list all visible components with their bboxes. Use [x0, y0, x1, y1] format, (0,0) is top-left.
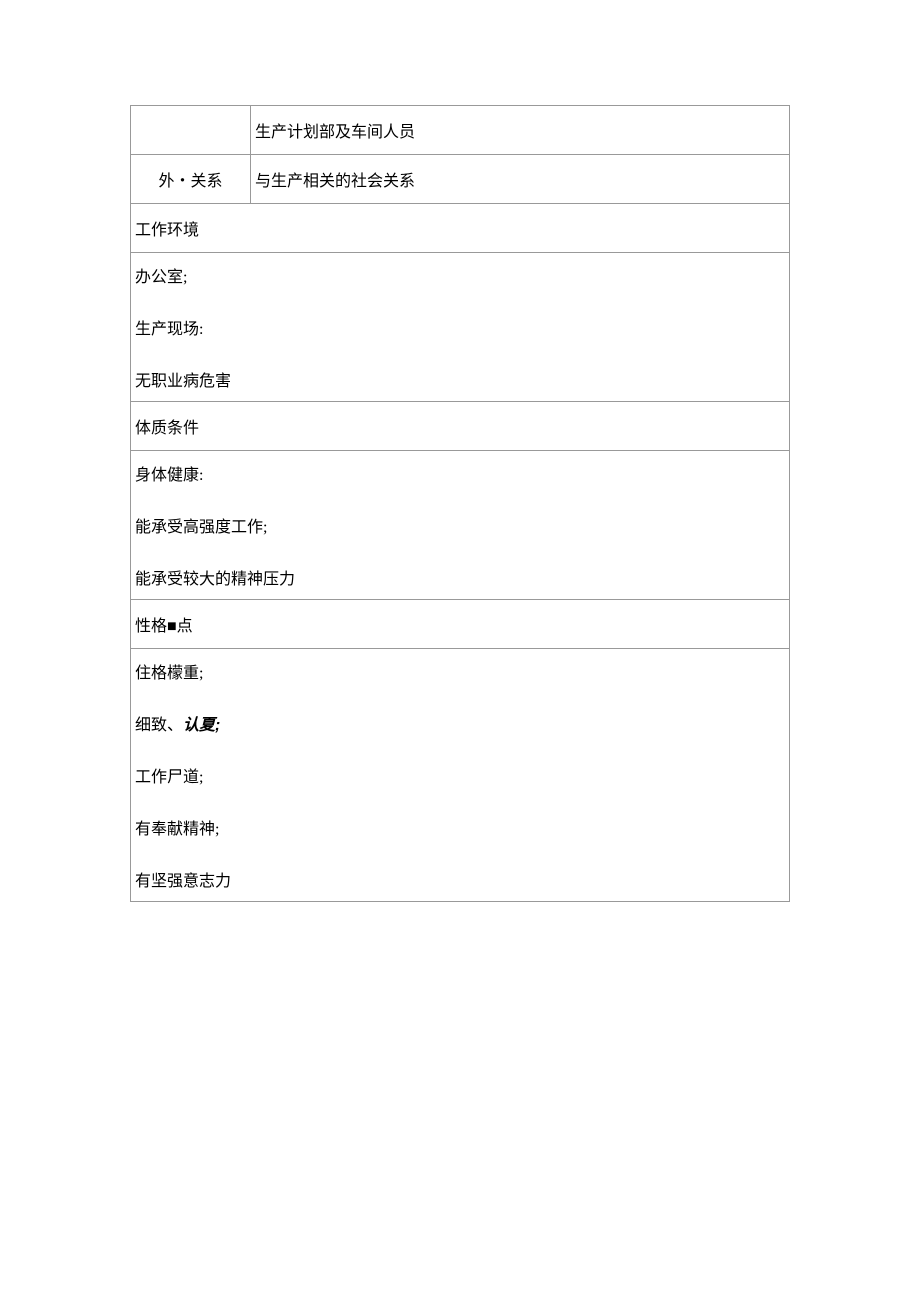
work-env-line-2: 生产现场:	[135, 315, 785, 339]
personality-line-1: 住格檬重;	[135, 659, 785, 683]
external-value-text: 与生产相关的社会关系	[255, 173, 415, 190]
personality-header-text: 性格■点	[135, 618, 193, 635]
external-label-text: 外・关系	[158, 167, 222, 191]
row-department: 生产计划部及车间人员	[131, 106, 789, 155]
personality-line-2b: 认夏;	[183, 717, 220, 734]
personality-line-2: 细致、认夏;	[135, 711, 785, 735]
personality-line-2a: 细致、	[135, 717, 183, 734]
personality-line-4: 有奉献精神;	[135, 815, 785, 839]
section-physical-condition-header: 体质条件	[131, 402, 789, 451]
work-env-line-1: 办公室;	[135, 263, 785, 287]
document-table: 生产计划部及车间人员 外・关系 与生产相关的社会关系 工作环境 办公室; 生产现…	[130, 105, 790, 902]
section-work-environment-header: 工作环境	[131, 204, 789, 253]
work-env-line-3: 无职业病危害	[135, 367, 785, 391]
cell-external-label: 外・关系	[131, 155, 251, 203]
physical-condition-header-text: 体质条件	[135, 420, 199, 437]
department-value-text: 生产计划部及车间人员	[255, 124, 415, 141]
cell-external-value: 与生产相关的社会关系	[251, 155, 789, 203]
section-physical-condition-body: 身体健康: 能承受高强度工作; 能承受较大的精神压力	[131, 451, 789, 600]
cell-department-value: 生产计划部及车间人员	[251, 106, 789, 154]
cell-department-label	[131, 106, 251, 154]
physical-line-2: 能承受高强度工作;	[135, 513, 785, 537]
section-personality-body: 住格檬重; 细致、认夏; 工作尸道; 有奉献精神; 有坚强意志力	[131, 649, 789, 901]
physical-line-1: 身体健康:	[135, 461, 785, 485]
work-environment-header-text: 工作环境	[135, 222, 199, 239]
section-personality-header: 性格■点	[131, 600, 789, 649]
personality-line-5: 有坚强意志力	[135, 867, 785, 891]
row-external-relations: 外・关系 与生产相关的社会关系	[131, 155, 789, 204]
physical-line-3: 能承受较大的精神压力	[135, 565, 785, 589]
personality-line-3: 工作尸道;	[135, 763, 785, 787]
section-work-environment-body: 办公室; 生产现场: 无职业病危害	[131, 253, 789, 402]
